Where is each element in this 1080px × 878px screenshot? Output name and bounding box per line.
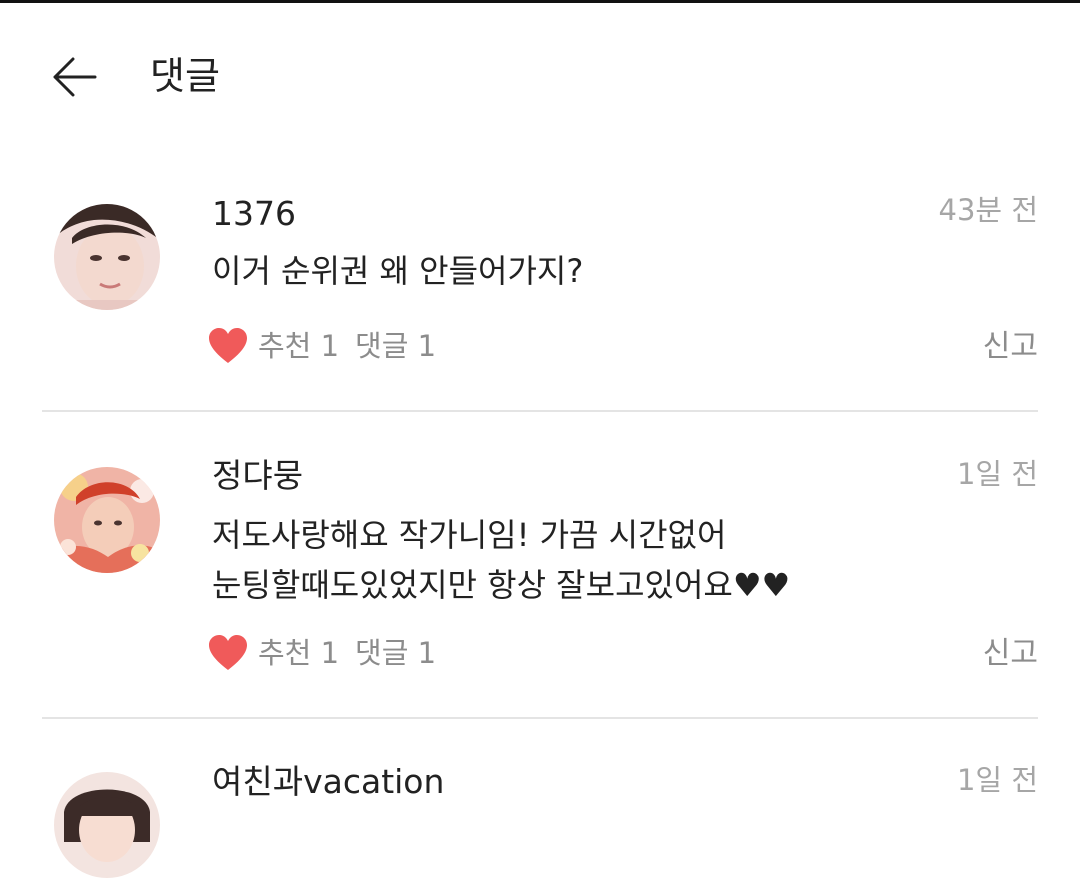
comment-text: 이거 순위권 왜 안들어가지?	[212, 252, 584, 290]
avatar[interactable]	[54, 204, 160, 310]
avatar[interactable]	[54, 467, 160, 573]
divider	[42, 717, 1038, 719]
comment-username[interactable]: 1376	[212, 192, 296, 236]
page-title: 댓글	[150, 54, 220, 98]
comment-text: 저도사랑해요 작가니임! 가끔 시간없어 눈팅할때도있었지만 항상 잘보고있어요…	[212, 516, 791, 604]
back-button[interactable]	[44, 47, 104, 107]
comment-timestamp: 1일 전	[956, 763, 1038, 797]
recommend-count[interactable]: 추천 1	[258, 324, 339, 368]
header: 댓글	[0, 3, 1080, 143]
comment-actions: 추천 1 댓글 1	[208, 324, 436, 368]
avatar-image	[54, 772, 160, 878]
comment-actions: 추천 1 댓글 1	[208, 631, 436, 675]
report-button[interactable]: 신고	[983, 325, 1038, 369]
comment-timestamp: 1일 전	[956, 457, 1038, 491]
reply-count[interactable]: 댓글 1	[355, 324, 436, 368]
heart-icon[interactable]	[208, 327, 248, 365]
recommend-count[interactable]: 추천 1	[258, 631, 339, 675]
avatar[interactable]	[54, 772, 160, 878]
comment-username[interactable]: 정댜뭉	[212, 454, 303, 498]
report-button[interactable]: 신고	[983, 632, 1038, 676]
avatar-image	[54, 204, 160, 310]
comment-timestamp: 43분 전	[938, 193, 1038, 227]
comment-username[interactable]: 여친과vacation	[212, 760, 444, 804]
reply-count[interactable]: 댓글 1	[355, 631, 436, 675]
arrow-left-icon	[53, 57, 97, 97]
heart-icon[interactable]	[208, 634, 248, 672]
divider	[42, 410, 1038, 412]
avatar-image	[54, 467, 160, 573]
